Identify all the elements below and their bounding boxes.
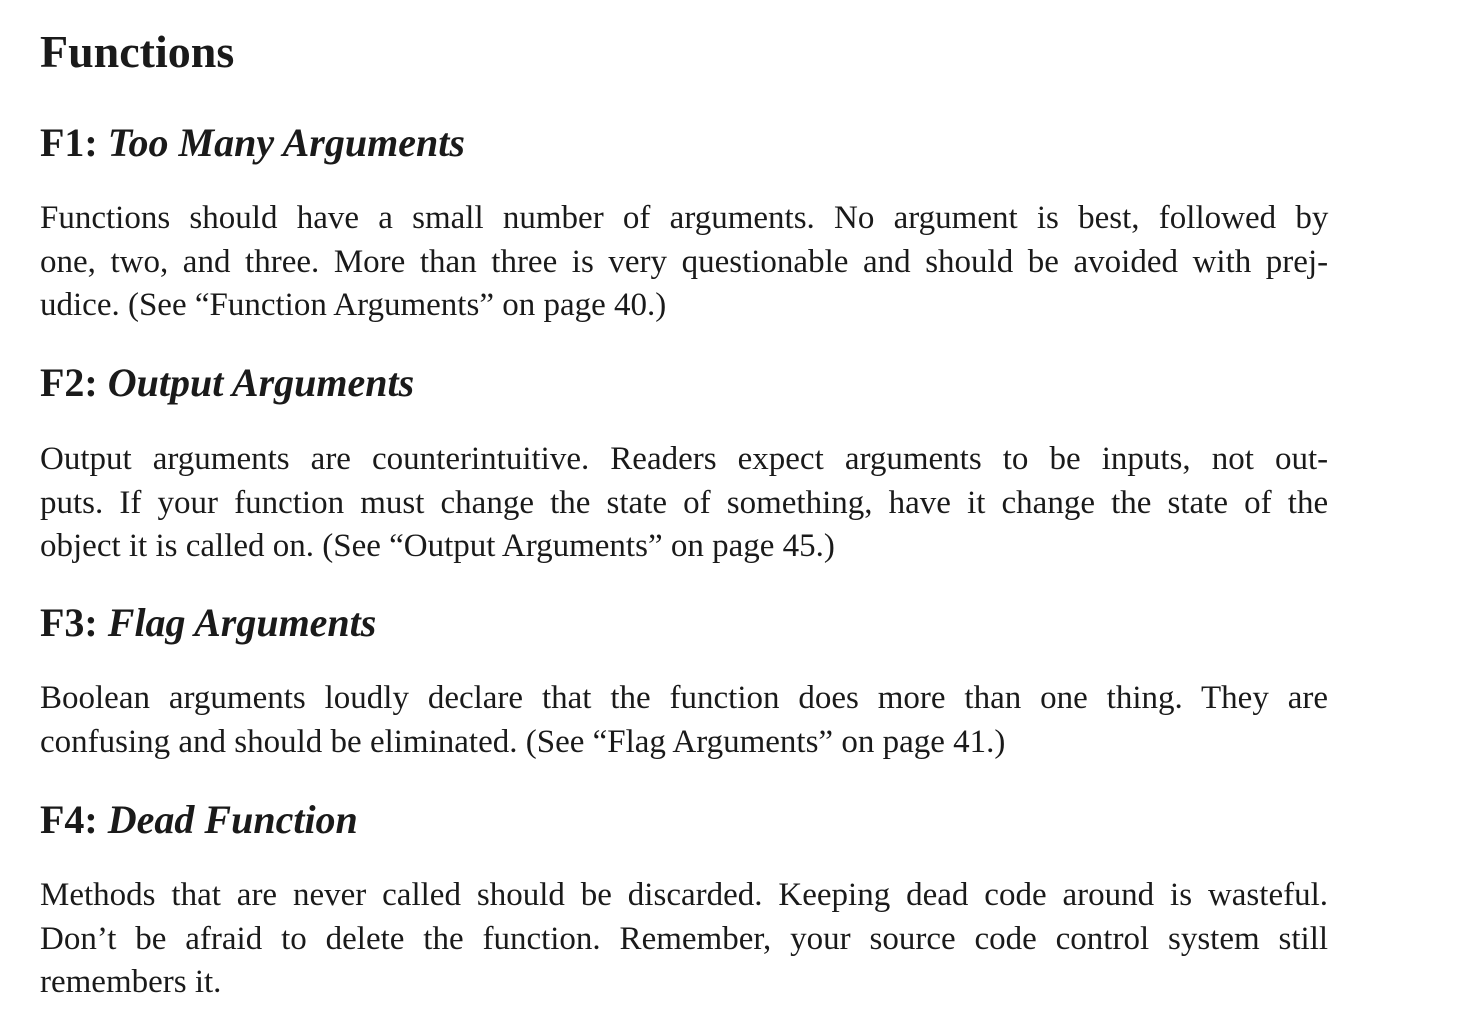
rule-code: F1:: [40, 120, 98, 165]
rule-heading-f4: F4: Dead Function: [40, 794, 358, 846]
rule-heading-f3: F3: Flag Arguments: [40, 597, 376, 649]
body-line: Functions should have a small number of …: [40, 200, 1329, 236]
rule-name: Output Arguments: [107, 360, 415, 405]
section-title: Functions: [40, 26, 235, 77]
rule-heading-f2: F2: Output Arguments: [40, 357, 414, 409]
body-line: udice. (See “Function Arguments” on page…: [40, 287, 667, 323]
rule-name: Flag Arguments: [107, 600, 377, 645]
rule-body-f1: Functions should have a small number of …: [40, 197, 1328, 328]
body-line: Boolean arguments loudly declare that th…: [40, 680, 1328, 716]
body-line: object it is called on. (See “Output Arg…: [40, 528, 835, 564]
rule-code: F4:: [40, 797, 98, 842]
rule-code: F2:: [40, 360, 98, 405]
rule-heading-f1: F1: Too Many Arguments: [40, 117, 465, 169]
rule-body-f3: Boolean arguments loudly declare that th…: [40, 677, 1328, 764]
body-line: Don’t be afraid to delete the function. …: [40, 920, 1329, 957]
body-line: confusing and should be eliminated. (See…: [40, 723, 1006, 760]
body-line: puts. If your function must change the s…: [40, 484, 1329, 521]
rule-name: Too Many Arguments: [107, 120, 465, 165]
rule-body-f4: Methods that are never called should be …: [40, 874, 1328, 1005]
body-line: remembers it.: [40, 964, 222, 1000]
rule-code: F3:: [40, 600, 98, 645]
body-line: one, two, and three. More than three is …: [40, 243, 1329, 280]
body-line: Methods that are never called should be …: [40, 877, 1328, 913]
body-line: Output arguments are counterintuitive. R…: [40, 441, 1329, 477]
rule-name: Dead Function: [107, 797, 358, 842]
rule-body-f2: Output arguments are counterintuitive. R…: [40, 438, 1328, 569]
